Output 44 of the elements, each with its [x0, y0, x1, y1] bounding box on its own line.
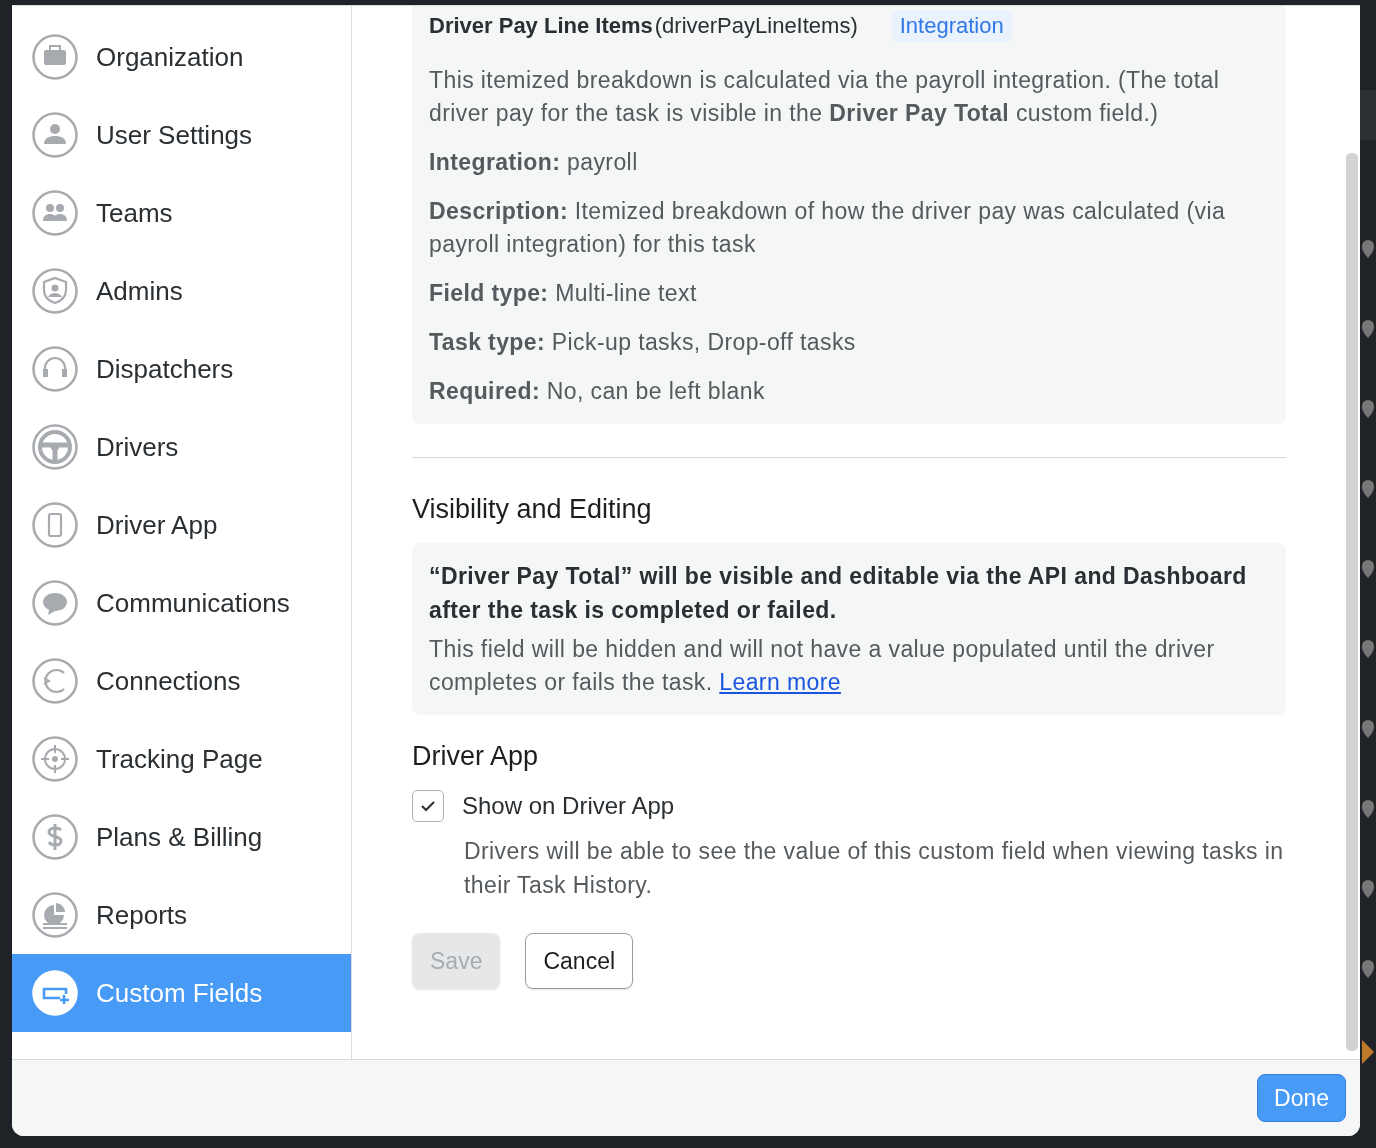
notice-text: This field will be hidden and will not have a value populated until the driver completes or fails the task. Learn more — [429, 635, 1216, 697]
briefcase-icon — [32, 34, 78, 80]
scrollbar[interactable] — [1346, 153, 1358, 1051]
field-plus-icon — [32, 970, 78, 1016]
connection-icon — [32, 658, 78, 704]
steering-wheel-icon — [32, 424, 78, 470]
shield-icon — [32, 268, 78, 314]
sidebar-item[interactable]: User Settings — [12, 96, 351, 174]
sidebar-item[interactable]: Driver App — [12, 486, 351, 564]
sidebar-item[interactable]: Organization — [12, 18, 351, 96]
headset-icon — [32, 346, 78, 392]
phone-icon — [32, 502, 78, 548]
field-description: This itemized breakdown is calculated via the payroll integration. (The total driver pay for the task is visible in the Driver Pay Total custom field.) — [429, 66, 1221, 128]
sidebar-item[interactable]: Plans & Billing — [12, 798, 351, 876]
sidebar-item[interactable]: Reports — [12, 876, 351, 954]
checkbox-label: Show on Driver App — [462, 792, 675, 820]
sidebar-item[interactable]: Connections — [12, 642, 351, 720]
report-icon — [32, 892, 78, 938]
sidebar-item[interactable]: Communications — [12, 564, 351, 642]
field-property: Field type: Multi-line text — [429, 279, 698, 308]
field-title: Driver Pay Line Items — [429, 13, 653, 39]
person-icon — [32, 112, 78, 158]
integration-badge: Integration — [891, 10, 1012, 42]
field-property: Description: Itemized breakdown of how the driver pay was calculated (via payroll integration) for this task — [429, 197, 1227, 259]
field-property: Integration: payroll — [429, 148, 639, 177]
target-icon — [32, 736, 78, 782]
notice-title: “Driver Pay Total” will be visible and editable via the API and Dashboard after the task is completed or failed. — [429, 562, 1248, 625]
section-heading: Visibility and Editing — [412, 494, 653, 525]
sidebar-item[interactable]: Tracking Page — [12, 720, 351, 798]
sidebar-item[interactable]: Admins — [12, 252, 351, 330]
help-text: Drivers will be able to see the value of this custom field when viewing tasks in their Task History. — [464, 837, 1285, 900]
field-property: Required: No, can be left blank — [429, 377, 766, 406]
section-heading: Driver App — [412, 741, 540, 772]
learn-more-link[interactable]: Learn more — [719, 669, 841, 695]
field-property: Task type: Pick-up tasks, Drop-off tasks — [429, 328, 857, 357]
cancel-button[interactable]: Cancel — [525, 933, 634, 989]
sidebar-item[interactable]: Drivers — [12, 408, 351, 486]
group-icon — [32, 190, 78, 236]
field-api-name: (driverPayLineItems) — [654, 13, 858, 39]
sidebar-item[interactable]: Dispatchers — [12, 330, 351, 408]
dollar-icon — [32, 814, 78, 860]
checkbox[interactable] — [412, 790, 444, 822]
sidebar-item[interactable]: Teams — [12, 174, 351, 252]
chat-bubble-icon — [32, 580, 78, 626]
